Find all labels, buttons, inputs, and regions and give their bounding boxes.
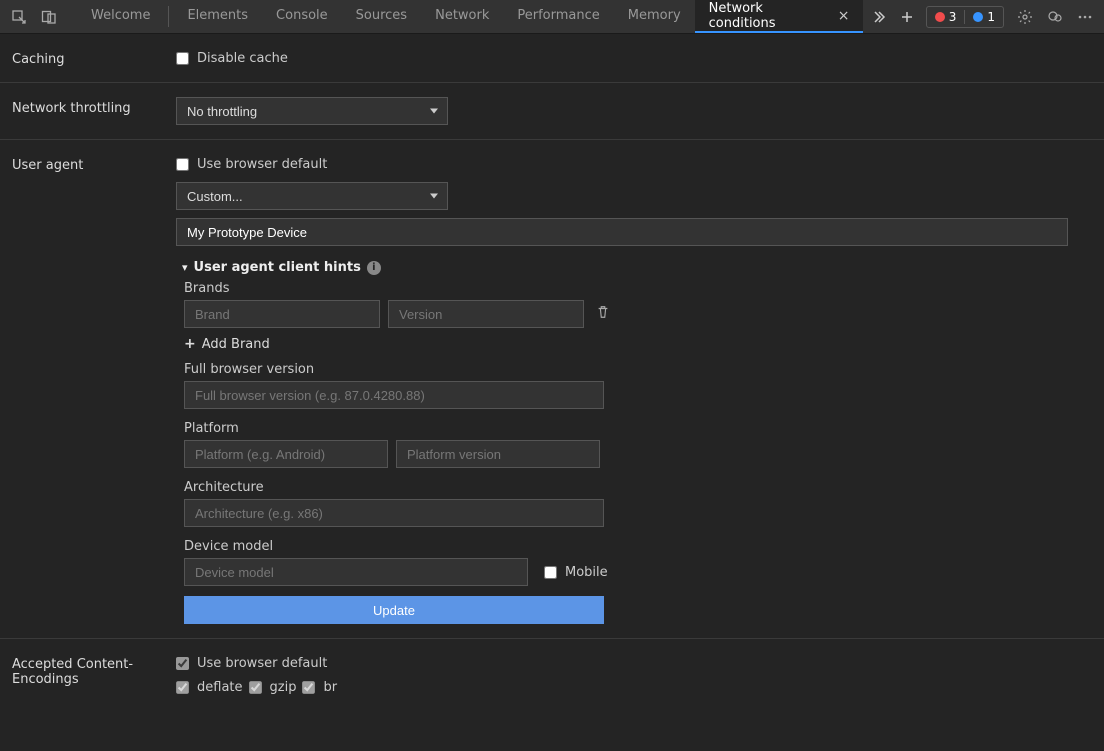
chevron-down-icon: ▾ bbox=[182, 261, 188, 274]
tab-label: Network conditions bbox=[709, 1, 830, 31]
device-model-row: Mobile bbox=[184, 558, 1092, 586]
throttling-select[interactable]: No throttling bbox=[176, 97, 448, 125]
toolbar-right: 3 1 bbox=[922, 0, 1104, 33]
info-dot-icon bbox=[973, 12, 983, 22]
caching-label: Caching bbox=[12, 48, 176, 67]
brand-version-input[interactable] bbox=[388, 300, 584, 328]
caching-row: Caching Disable cache bbox=[0, 34, 1104, 83]
main-toolbar: Welcome Elements Console Sources Network… bbox=[0, 0, 1104, 34]
ua-default-label: Use browser default bbox=[197, 157, 327, 172]
deflate-checkbox[interactable]: deflate bbox=[176, 677, 243, 697]
encodings-options: deflate gzip br bbox=[176, 677, 1092, 697]
mobile-input[interactable] bbox=[544, 566, 557, 579]
device-model-label: Device model bbox=[184, 539, 1092, 554]
brand-input[interactable] bbox=[184, 300, 380, 328]
info-count: 1 bbox=[987, 10, 995, 24]
mobile-label: Mobile bbox=[565, 565, 608, 580]
add-brand-label: Add Brand bbox=[202, 337, 270, 352]
settings-icon[interactable] bbox=[1010, 0, 1040, 34]
encodings-default-checkbox[interactable]: Use browser default bbox=[176, 653, 1092, 673]
divider bbox=[168, 6, 169, 27]
tab-performance[interactable]: Performance bbox=[503, 0, 613, 33]
throttling-label: Network throttling bbox=[12, 97, 176, 116]
close-icon[interactable]: × bbox=[838, 9, 850, 23]
user-agent-row: User agent Use browser default Custom...… bbox=[0, 140, 1104, 639]
panel-content: Caching Disable cache Network throttling… bbox=[0, 34, 1104, 751]
encodings-row: Accepted Content-Encodings Use browser d… bbox=[0, 639, 1104, 711]
client-hints-toggle[interactable]: ▾ User agent client hints i bbox=[182, 260, 1092, 275]
encodings-default-input[interactable] bbox=[176, 657, 189, 670]
tab-memory[interactable]: Memory bbox=[614, 0, 695, 33]
device-model-input[interactable] bbox=[184, 558, 528, 586]
encodings-label: Accepted Content-Encodings bbox=[12, 653, 176, 687]
add-tab-icon[interactable] bbox=[893, 0, 922, 34]
client-hints-label: User agent client hints bbox=[194, 260, 361, 275]
brand-row bbox=[184, 300, 1092, 328]
plus-icon: + bbox=[184, 336, 196, 352]
platform-label: Platform bbox=[184, 421, 1092, 436]
tab-welcome[interactable]: Welcome bbox=[77, 0, 164, 33]
ua-preset-select[interactable]: Custom... bbox=[176, 182, 448, 210]
user-agent-label: User agent bbox=[12, 154, 176, 173]
ua-default-checkbox[interactable]: Use browser default bbox=[176, 154, 1092, 174]
issues-badge[interactable]: 3 1 bbox=[926, 6, 1004, 28]
br-checkbox[interactable]: br bbox=[302, 677, 337, 697]
errors-count: 3 bbox=[949, 10, 957, 24]
encodings-default-label: Use browser default bbox=[197, 656, 327, 671]
ua-string-input[interactable] bbox=[176, 218, 1068, 246]
more-tabs-icon[interactable] bbox=[863, 0, 892, 34]
mobile-checkbox[interactable]: Mobile bbox=[544, 562, 608, 582]
feedback-icon[interactable] bbox=[1040, 0, 1070, 34]
platform-version-input[interactable] bbox=[396, 440, 600, 468]
platform-row bbox=[184, 440, 1092, 468]
client-hints-body: Brands + Add Brand Full browser version … bbox=[184, 281, 1092, 624]
toolbar-left bbox=[0, 0, 77, 33]
gzip-checkbox[interactable]: gzip bbox=[249, 677, 297, 697]
tab-console[interactable]: Console bbox=[262, 0, 342, 33]
tab-sources[interactable]: Sources bbox=[342, 0, 421, 33]
disable-cache-label: Disable cache bbox=[197, 51, 288, 66]
add-brand-button[interactable]: + Add Brand bbox=[184, 336, 1092, 352]
br-input[interactable] bbox=[302, 681, 315, 694]
brands-label: Brands bbox=[184, 281, 1092, 296]
ua-default-input[interactable] bbox=[176, 158, 189, 171]
device-toggle-icon[interactable] bbox=[34, 0, 64, 34]
deflate-label: deflate bbox=[197, 680, 243, 695]
gzip-input[interactable] bbox=[249, 681, 262, 694]
error-dot-icon bbox=[935, 12, 945, 22]
disable-cache-checkbox[interactable]: Disable cache bbox=[176, 48, 1092, 68]
info-badge[interactable]: 1 bbox=[965, 10, 1003, 24]
deflate-input[interactable] bbox=[176, 681, 189, 694]
throttling-row: Network throttling No throttling bbox=[0, 83, 1104, 140]
br-label: br bbox=[323, 680, 337, 695]
disable-cache-input[interactable] bbox=[176, 52, 189, 65]
update-button[interactable]: Update bbox=[184, 596, 604, 624]
more-icon[interactable] bbox=[1070, 0, 1100, 34]
info-icon[interactable]: i bbox=[367, 261, 381, 275]
full-version-label: Full browser version bbox=[184, 362, 1092, 377]
gzip-label: gzip bbox=[270, 680, 297, 695]
architecture-input[interactable] bbox=[184, 499, 604, 527]
tab-elements[interactable]: Elements bbox=[173, 0, 262, 33]
tab-bar: Welcome Elements Console Sources Network… bbox=[77, 0, 922, 33]
full-version-input[interactable] bbox=[184, 381, 604, 409]
architecture-label: Architecture bbox=[184, 480, 1092, 495]
errors-badge[interactable]: 3 bbox=[927, 10, 965, 24]
tab-network-conditions[interactable]: Network conditions × bbox=[695, 0, 864, 33]
delete-icon[interactable] bbox=[596, 305, 610, 323]
inspect-icon[interactable] bbox=[4, 0, 34, 34]
tab-network[interactable]: Network bbox=[421, 0, 503, 33]
platform-input[interactable] bbox=[184, 440, 388, 468]
